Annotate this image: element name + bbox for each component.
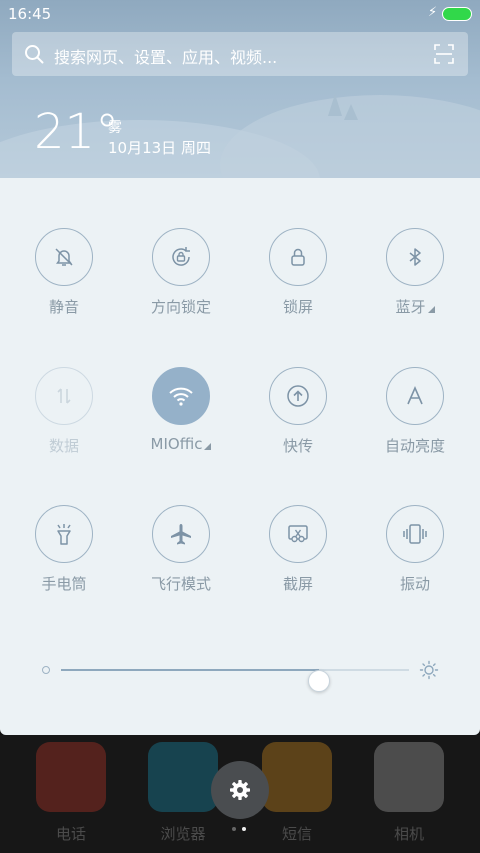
wifi-icon (169, 387, 193, 406)
lock-icon (291, 248, 305, 266)
rotation-lock-icon (172, 247, 190, 266)
battery-icon (442, 7, 472, 21)
brightness-low-icon (42, 666, 50, 674)
toggle-data[interactable]: 数据 (14, 367, 114, 467)
status-time: 16:45 (8, 5, 52, 23)
toggle-label: 手电筒 (41, 575, 87, 593)
toggle-label: 锁屏 (282, 298, 313, 316)
toggle-circle (152, 367, 210, 425)
toggle-label: 蓝牙 (365, 296, 465, 317)
app-label: 相机 (393, 825, 424, 843)
scan-icon[interactable] (434, 44, 454, 64)
weather-date: 10月13日 周四 (108, 139, 211, 157)
toggle-circle (269, 505, 327, 563)
toggle-wifi[interactable]: MIOffic (131, 367, 231, 467)
page-indicator-dot (232, 827, 236, 831)
toggle-lock-screen[interactable]: 锁屏 (248, 228, 348, 328)
weather-condition: 雾 (108, 120, 122, 136)
page-indicator-dot-active (242, 827, 246, 831)
app-label: 电话 (55, 825, 86, 843)
toggle-circle (35, 228, 93, 286)
toggle-bluetooth[interactable]: 蓝牙 (365, 228, 465, 328)
status-bar: 16:45 ⚡ (0, 0, 480, 28)
flashlight-icon (57, 524, 71, 545)
quick-settings-panel: 静音 方向锁定 锁屏 蓝牙 数据 MIOffic 快传 自动亮度 手电筒 飞行模… (0, 178, 480, 735)
bell-off-icon (55, 248, 73, 266)
toggle-circle (269, 228, 327, 286)
settings-button[interactable] (211, 761, 269, 819)
toggle-label: 截屏 (282, 575, 313, 593)
toggle-quick-send[interactable]: 快传 (248, 367, 348, 467)
brightness-fill (61, 669, 319, 671)
toggle-label: MIOffic (131, 435, 231, 453)
sun-icon (419, 660, 439, 680)
toggle-airplane[interactable]: 飞行模式 (131, 505, 231, 605)
search-bar[interactable]: 搜索网页、设置、应用、视频... (12, 32, 468, 76)
toggle-flashlight[interactable]: 手电筒 (14, 505, 114, 605)
toggle-label: 方向锁定 (150, 298, 211, 316)
browser-app-icon[interactable] (148, 742, 218, 812)
toggle-circle (152, 505, 210, 563)
toggle-circle (386, 367, 444, 425)
airplane-icon (171, 524, 191, 545)
toggle-rotation-lock[interactable]: 方向锁定 (131, 228, 231, 328)
toggle-circle (35, 367, 93, 425)
search-icon (25, 45, 44, 64)
letter-a-icon (407, 386, 423, 405)
search-placeholder: 搜索网页、设置、应用、视频... (54, 48, 278, 67)
data-arrows-icon (57, 388, 71, 404)
scissors-icon (288, 525, 308, 543)
brightness-track[interactable] (61, 669, 409, 692)
toggle-circle (386, 505, 444, 563)
temperature: 21° (34, 104, 120, 160)
more-indicator-icon (427, 306, 435, 313)
toggle-label: 飞行模式 (150, 575, 211, 593)
background-tree (344, 104, 358, 120)
toggle-label: 静音 (48, 298, 79, 316)
weather-header: 16:45 ⚡ 搜索网页、设置、应用、视频... 21° 雾 10月13日 周四 (0, 0, 480, 178)
phone-app-icon[interactable] (36, 742, 106, 812)
bluetooth-icon (409, 248, 421, 266)
toggle-label: 振动 (399, 575, 430, 593)
brightness-thumb[interactable] (308, 670, 330, 692)
gear-icon (230, 780, 250, 800)
toggle-circle (35, 505, 93, 563)
toggle-circle (152, 228, 210, 286)
messages-app-icon[interactable] (262, 742, 332, 812)
upload-icon (287, 385, 309, 407)
toggle-silent[interactable]: 静音 (14, 228, 114, 328)
toggle-label: 快传 (282, 437, 313, 455)
toggle-circle (269, 367, 327, 425)
charging-icon: ⚡ (428, 5, 438, 20)
vibrate-icon (403, 524, 427, 544)
app-label: 浏览器 (160, 825, 206, 843)
toggle-label: 自动亮度 (384, 437, 445, 455)
brightness-slider[interactable] (40, 658, 440, 692)
background-tree (328, 94, 342, 116)
camera-app-icon[interactable] (374, 742, 444, 812)
toggle-vibrate[interactable]: 振动 (365, 505, 465, 605)
toggle-screenshot[interactable]: 截屏 (248, 505, 348, 605)
app-label: 短信 (281, 825, 312, 843)
home-dock: 电话 浏览器 短信 相机 (0, 735, 480, 853)
toggle-auto-brightness[interactable]: 自动亮度 (365, 367, 465, 467)
toggle-label: 数据 (48, 437, 79, 455)
toggle-circle (386, 228, 444, 286)
more-indicator-icon (204, 443, 212, 450)
